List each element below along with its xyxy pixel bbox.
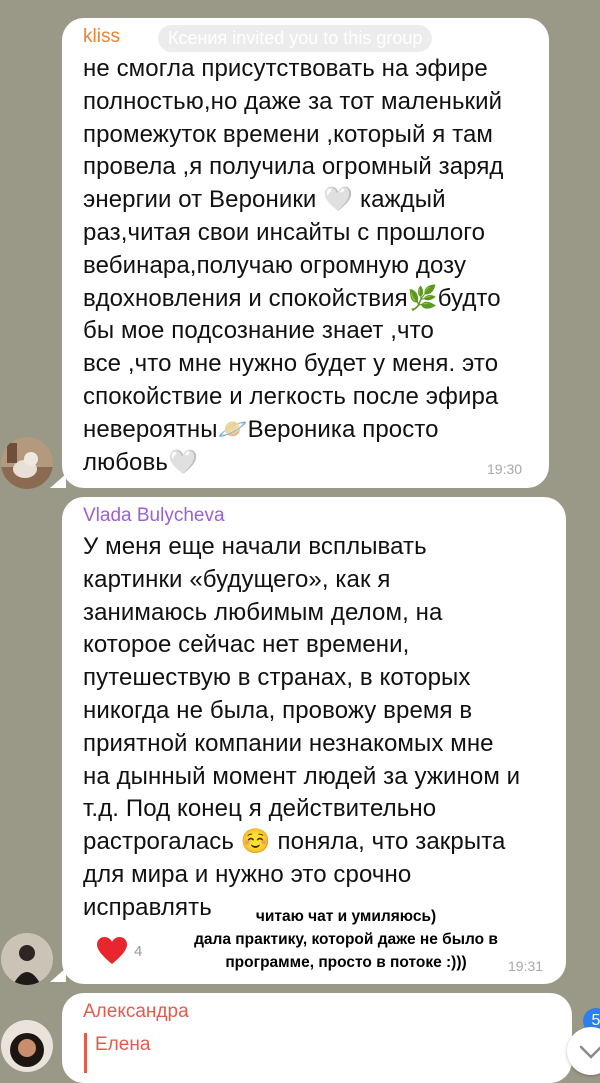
sender-name[interactable]: Vlada Bulycheva	[83, 505, 225, 527]
reaction-count: 4	[134, 943, 143, 960]
message-text: не смогла присутствовать на эфире полнос…	[83, 55, 504, 476]
sender-name[interactable]: Александра	[83, 1001, 189, 1023]
bubble-tail	[50, 474, 66, 488]
message-text: У меня еще начали всплывать картинки «бу…	[83, 533, 521, 921]
reply-quote-author[interactable]: Елена	[95, 1034, 150, 1056]
scroll-down-button[interactable]	[567, 1027, 600, 1075]
service-notice-invited: Ксения invited you to this group	[158, 25, 433, 52]
avatar-vlada-bulycheva[interactable]	[1, 933, 53, 985]
overlay-caption: читаю чат и умиляюсь) дала практику, кот…	[194, 908, 498, 971]
avatar-kliss[interactable]	[1, 437, 53, 489]
avatar-alexandra[interactable]	[1, 1020, 53, 1072]
message-time: 19:30	[487, 461, 523, 477]
bubble-tail	[50, 968, 66, 982]
reply-quote-bar	[84, 1033, 87, 1073]
reaction-heart-icon[interactable]	[97, 937, 127, 965]
sender-name[interactable]: kliss	[83, 26, 120, 48]
chevron-down-icon	[579, 1045, 600, 1059]
